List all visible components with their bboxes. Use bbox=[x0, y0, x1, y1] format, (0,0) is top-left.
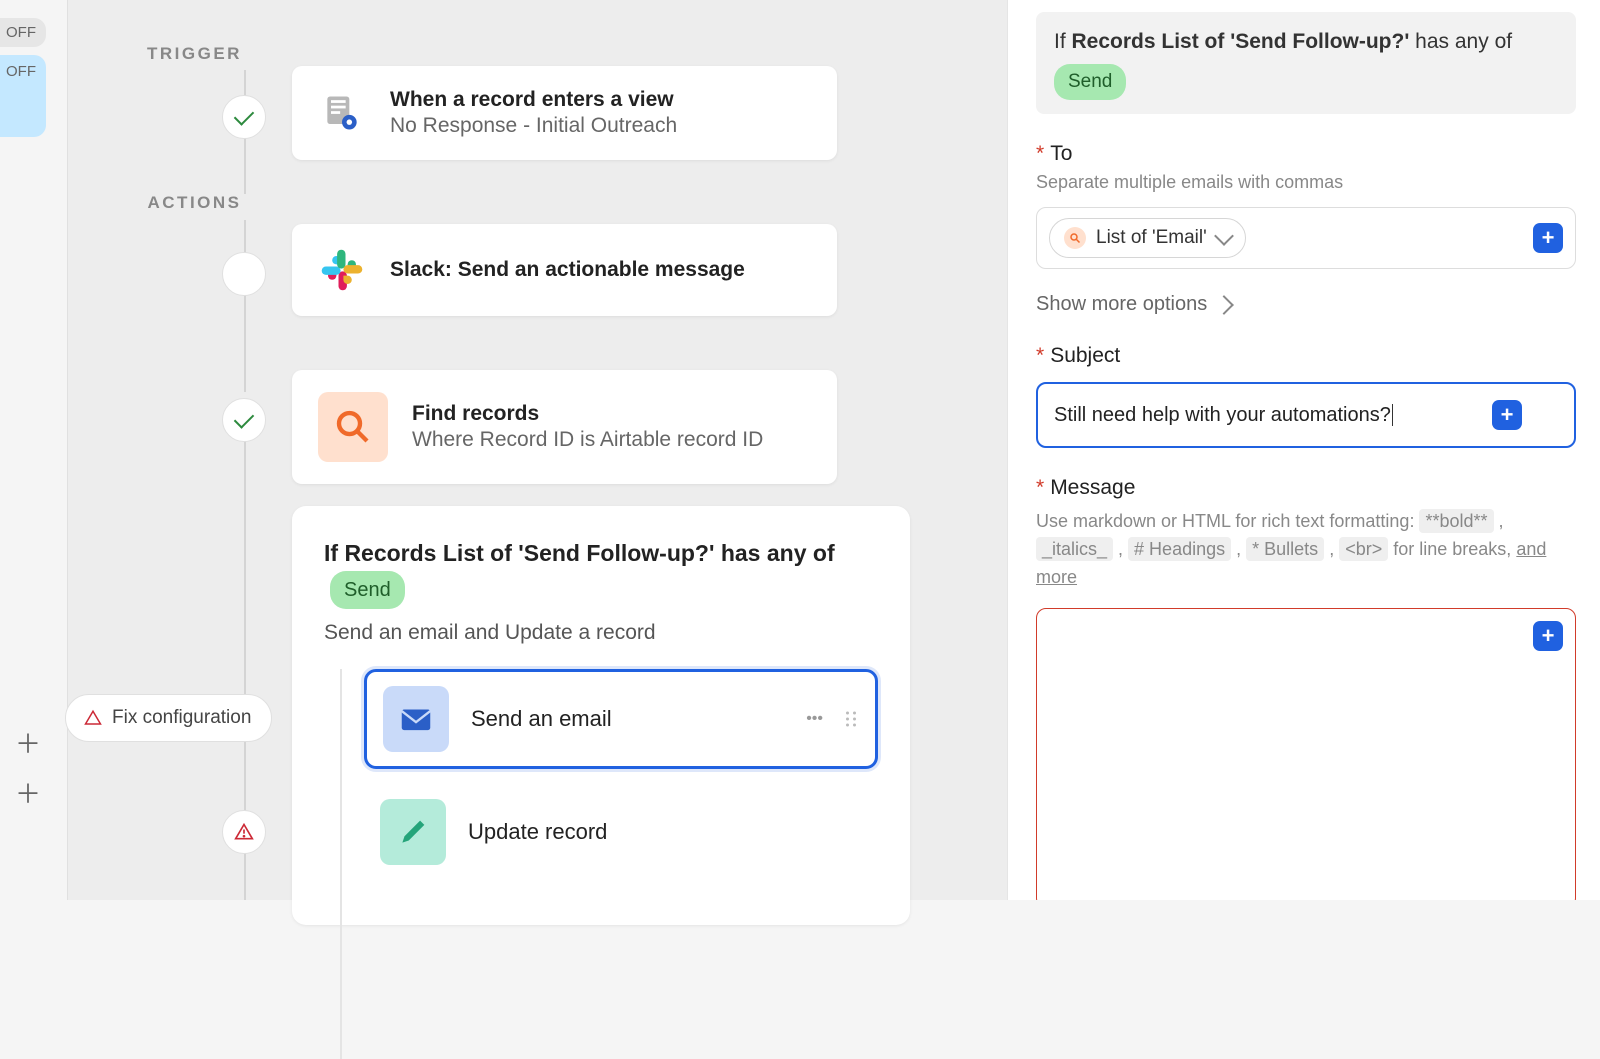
subject-value: Still need help with your automations? bbox=[1054, 404, 1393, 427]
send-email-label: Send an email bbox=[471, 706, 612, 732]
trigger-title: When a record enters a view bbox=[390, 88, 677, 112]
search-icon bbox=[1064, 227, 1086, 249]
trigger-status-ok-icon bbox=[222, 95, 266, 139]
send-tag: Send bbox=[1054, 64, 1126, 101]
add-token-button[interactable]: + bbox=[1533, 223, 1563, 253]
trigger-subtitle: No Response - Initial Outreach bbox=[390, 114, 677, 138]
cond-suffix: has any of bbox=[714, 540, 834, 566]
edge-off-2: OFF bbox=[6, 63, 36, 80]
send-tag: Send bbox=[330, 571, 405, 609]
connector-line bbox=[244, 134, 246, 194]
action-find-title: Find records bbox=[412, 402, 763, 426]
drag-handle-icon[interactable] bbox=[846, 711, 857, 726]
action-status-pending-icon bbox=[222, 252, 266, 296]
show-more-label: Show more options bbox=[1036, 293, 1207, 316]
to-help: Separate multiple emails with commas bbox=[1036, 172, 1576, 193]
fix-configuration-button[interactable]: Fix configuration bbox=[65, 694, 272, 742]
left-edge: OFF OFF bbox=[0, 18, 46, 137]
chevron-down-icon bbox=[1214, 226, 1234, 246]
action-status-ok-icon bbox=[222, 398, 266, 442]
search-icon bbox=[318, 392, 388, 462]
action-slack-card[interactable]: Slack: Send an actionable message bbox=[292, 224, 837, 316]
warning-triangle-icon bbox=[84, 709, 102, 727]
message-label: *Message bbox=[1036, 476, 1576, 500]
subject-label: *Subject bbox=[1036, 344, 1576, 368]
pencil-icon bbox=[380, 799, 446, 865]
automation-canvas: TRIGGER ACTIONS When a record enters a v… bbox=[67, 0, 1007, 900]
envelope-icon bbox=[383, 686, 449, 752]
message-help: Use markdown or HTML for rich text forma… bbox=[1036, 508, 1576, 592]
show-more-options-button[interactable]: Show more options bbox=[1036, 293, 1576, 316]
update-record-label: Update record bbox=[468, 819, 607, 845]
action-status-warning-icon bbox=[222, 810, 266, 854]
cond-listof: List of 'Send Follow-up?' bbox=[443, 540, 715, 566]
summary-suffix: has any of bbox=[1409, 30, 1512, 53]
add-step-button[interactable]: ＋ bbox=[10, 724, 46, 760]
slack-icon bbox=[318, 246, 366, 294]
action-find-records-card[interactable]: Find records Where Record ID is Airtable… bbox=[292, 370, 837, 484]
add-token-button[interactable]: + bbox=[1492, 400, 1522, 430]
subject-input[interactable]: Still need help with your automations? + bbox=[1036, 382, 1576, 448]
config-panel: If Records List of 'Send Follow-up?' has… bbox=[1007, 0, 1600, 900]
chevron-right-icon bbox=[1214, 295, 1234, 315]
to-chip-label: List of 'Email' bbox=[1096, 227, 1207, 249]
update-record-action[interactable]: Update record bbox=[364, 785, 878, 879]
summary-prefix: If bbox=[1054, 30, 1072, 53]
send-email-action[interactable]: Send an email ••• bbox=[364, 669, 878, 769]
action-find-subtitle: Where Record ID is Airtable record ID bbox=[412, 428, 763, 452]
edge-off-1: OFF bbox=[0, 18, 46, 47]
to-input[interactable]: List of 'Email' + bbox=[1036, 207, 1576, 269]
trigger-section-label: TRIGGER bbox=[68, 44, 321, 64]
more-icon[interactable]: ••• bbox=[806, 710, 823, 728]
cond-prefix: If Records bbox=[324, 540, 443, 566]
edge-blue-card[interactable]: OFF bbox=[0, 55, 46, 137]
trigger-card[interactable]: When a record enters a view No Response … bbox=[292, 66, 837, 160]
connector-line bbox=[244, 292, 246, 392]
actions-section-label: ACTIONS bbox=[68, 193, 321, 213]
conditional-subtitle: Send an email and Update a record bbox=[324, 621, 878, 645]
to-label: *To bbox=[1036, 142, 1576, 166]
add-token-button[interactable]: + bbox=[1533, 621, 1563, 651]
record-enters-view-icon bbox=[318, 89, 366, 137]
message-input[interactable]: + bbox=[1036, 608, 1576, 900]
connector-line bbox=[244, 220, 246, 254]
to-token-chip[interactable]: List of 'Email' bbox=[1049, 218, 1246, 258]
connector-line bbox=[340, 669, 342, 1059]
conditional-card[interactable]: If Records List of 'Send Follow-up?' has… bbox=[292, 506, 910, 925]
fix-configuration-label: Fix configuration bbox=[112, 707, 251, 729]
add-step-button[interactable]: ＋ bbox=[10, 774, 46, 810]
summary-field: Records List of 'Send Follow-up?' bbox=[1072, 30, 1410, 53]
conditional-title: If Records List of 'Send Follow-up?' has… bbox=[324, 536, 878, 609]
condition-summary: If Records List of 'Send Follow-up?' has… bbox=[1036, 12, 1576, 114]
action-slack-title: Slack: Send an actionable message bbox=[390, 258, 745, 282]
